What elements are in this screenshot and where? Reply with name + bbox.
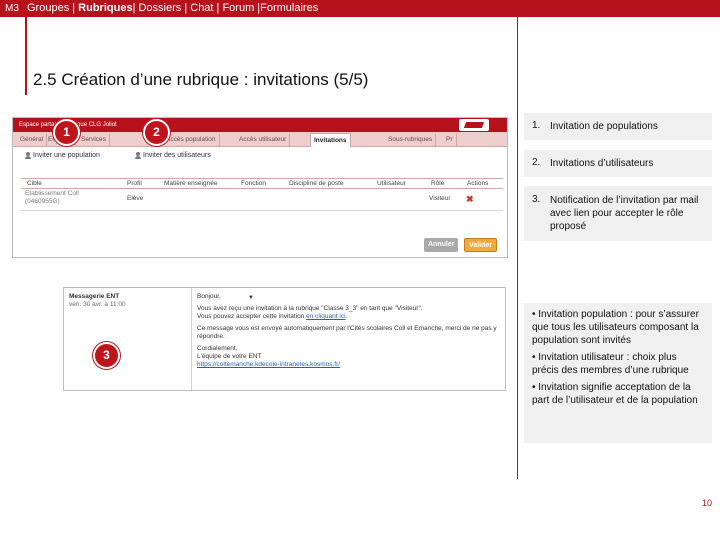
invitations-screenshot: Espace partagé Rubrique CLG Joliot Génér… bbox=[12, 117, 508, 258]
invite-users-link[interactable]: Inviter des utilisateurs bbox=[135, 151, 211, 161]
mail-signature: Cordialement, L'équipe de votre ENT https:… bbox=[197, 345, 497, 369]
table-header: Cible Profil Matière enseignée Fonction … bbox=[21, 179, 503, 189]
item-3-text: Notification de l’invitation par mail av… bbox=[550, 195, 699, 232]
cell-profil: Elève bbox=[127, 195, 144, 202]
notification-mail-screenshot: Messagerie ENT ven. 30 avr. à 11:00 ▼ Bo… bbox=[63, 287, 506, 391]
bullet-acceptation: • Invitation signifie acceptation de la … bbox=[532, 382, 698, 406]
right-item-3: 3. Notification de l’invitation par mail… bbox=[524, 186, 712, 241]
mail-sender: Messagerie ENT bbox=[69, 293, 120, 300]
invite-population-link[interactable]: Inviter une population bbox=[25, 151, 100, 161]
item-1-text: Invitation de populations bbox=[550, 121, 658, 132]
tab-general[interactable]: Général bbox=[17, 134, 48, 146]
marker-1: 1 bbox=[53, 119, 80, 146]
mail-list-item[interactable]: Messagerie ENT ven. 30 avr. à 11:00 bbox=[64, 288, 192, 390]
right-bullets-panel: • Invitation population : pour s’assurer… bbox=[524, 303, 712, 443]
group-icon bbox=[25, 151, 31, 159]
right-item-1: 1. Invitation de populations bbox=[524, 113, 712, 140]
ent-logo-icon bbox=[459, 119, 489, 131]
col-utilisateur: Utilisateur bbox=[377, 180, 406, 187]
ent-url-link[interactable]: https://coltemanche.kdecole-intranetes.k… bbox=[197, 361, 340, 368]
section-nav: Groupes | Rubriques| Dossiers | Chat | F… bbox=[27, 0, 318, 17]
col-profil: Profil bbox=[127, 180, 142, 187]
col-cible: Cible bbox=[27, 180, 42, 187]
tab-services[interactable]: Services bbox=[78, 134, 110, 146]
invite-population-label: Inviter une population bbox=[33, 152, 100, 159]
right-item-2: 2. Invitations d’utilisateurs bbox=[524, 150, 712, 177]
marker-3: 3 bbox=[93, 342, 120, 369]
nav-suffix: | Dossiers | Chat | Forum |Formulaires bbox=[132, 2, 319, 14]
mail-paragraph-invite: Vous avez reçu une invitation à la rubri… bbox=[197, 305, 423, 320]
delete-x-icon[interactable]: ✖ bbox=[466, 194, 474, 205]
cell-role: Visiteur bbox=[429, 195, 451, 202]
tab-invitations[interactable]: Invitations bbox=[310, 133, 351, 147]
ent-tab-bar: Général Encadré Services Accès populatio… bbox=[13, 132, 507, 147]
col-matiere: Matière enseignée bbox=[164, 180, 218, 187]
mail-body: Bonjour, Vous avez reçu une invitation à… bbox=[197, 293, 497, 373]
mail-date: ven. 30 avr. à 11:00 bbox=[69, 301, 126, 308]
nav-active-item: Rubriques bbox=[78, 2, 133, 14]
accept-invitation-link[interactable]: en cliquant ici bbox=[306, 313, 345, 320]
signature-line2: L'équipe de votre ENT bbox=[197, 353, 262, 360]
column-divider bbox=[517, 17, 518, 479]
cell-cible: Etablissement Coll (0460955G) bbox=[25, 190, 79, 205]
item-2-number: 2. bbox=[532, 157, 541, 168]
col-fonction: Fonction bbox=[241, 180, 266, 187]
tab-more[interactable]: Pr bbox=[443, 134, 457, 146]
nav-prefix: Groupes | bbox=[27, 2, 79, 14]
slide-title: 2.5 Création d’une rubrique : invitation… bbox=[33, 70, 369, 89]
signature-line1: Cordialement, bbox=[197, 345, 238, 352]
ent-header: Espace partagé Rubrique CLG Joliot bbox=[13, 118, 507, 132]
bullet-utilisateur: • Invitation utilisateur : choix plus pr… bbox=[532, 352, 689, 376]
tab-sous-rubriques[interactable]: Sous-rubriques bbox=[385, 134, 437, 146]
col-discipline: Discipline de poste bbox=[289, 180, 344, 187]
invitations-table: Cible Profil Matière enseignée Fonction … bbox=[21, 178, 503, 211]
item-3-number: 3. bbox=[532, 194, 541, 205]
table-row: Etablissement Coll (0460955G) Elève Visi… bbox=[21, 189, 503, 211]
validate-button[interactable]: Valider bbox=[464, 238, 497, 252]
mail-line3: Ce message vous est envoyé automatiqueme… bbox=[197, 325, 497, 340]
tab-acces-utilisateur[interactable]: Accès utilisateur bbox=[236, 134, 291, 146]
item-2-text: Invitations d’utilisateurs bbox=[550, 158, 654, 169]
mail-line2: Vous pouvez accepter cette invitation bbox=[197, 313, 307, 320]
cancel-button[interactable]: Annuler bbox=[424, 238, 459, 252]
invite-users-label: Inviter des utilisateurs bbox=[143, 152, 211, 159]
top-navigation-bar: M3 Groupes | Rubriques| Dossiers | Chat … bbox=[0, 0, 720, 17]
mail-line1: Vous avez reçu une invitation à la rubri… bbox=[197, 305, 423, 312]
module-label: M3 bbox=[5, 3, 19, 14]
col-actions: Actions bbox=[467, 180, 489, 187]
user-icon bbox=[135, 151, 141, 159]
page-number: 10 bbox=[702, 498, 713, 508]
left-accent-line bbox=[25, 17, 27, 95]
col-role: Rôle bbox=[431, 180, 445, 187]
marker-2: 2 bbox=[143, 119, 170, 146]
item-1-number: 1. bbox=[532, 120, 541, 131]
mail-greeting: Bonjour, bbox=[197, 293, 221, 300]
tab-acces-population[interactable]: Accès population bbox=[163, 134, 220, 146]
bullet-population: • Invitation population : pour s’assurer… bbox=[532, 309, 699, 346]
